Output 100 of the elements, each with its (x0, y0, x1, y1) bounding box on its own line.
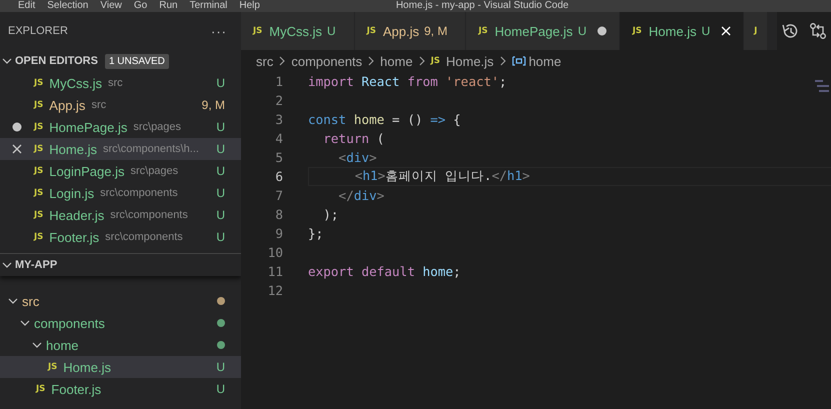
line-number: 6 (274, 169, 283, 184)
more-actions-button[interactable]: ··· (211, 24, 227, 38)
open-editor-item[interactable]: JS Login.js src\components U (0, 182, 241, 204)
line-number: 8 (274, 207, 283, 222)
chevron-down-icon (32, 340, 42, 350)
compare-changes-icon[interactable] (809, 22, 827, 40)
menu-item[interactable]: Edit (0, 0, 42, 12)
line-number: 10 (266, 245, 283, 260)
line-number: 7 (274, 188, 283, 203)
code-line: <h1>홈페이지 입니다.</h1> (354, 168, 530, 185)
js-file-icon: JS (34, 78, 44, 88)
folder-item[interactable]: components (0, 312, 241, 334)
file-path: src (91, 99, 108, 111)
chevron-right-icon (418, 56, 426, 66)
editor-tab[interactable]: JS HomePage.js U (466, 12, 620, 50)
symbol-variable-icon (512, 56, 526, 66)
js-file-icon: JS (253, 26, 262, 36)
js-file-icon: JS (366, 26, 376, 36)
line-number: 3 (274, 112, 283, 127)
menu-item[interactable]: Go (128, 0, 154, 12)
menu-item[interactable]: Selection (41, 0, 94, 12)
section-header[interactable]: MY-APP (15, 259, 58, 271)
file-path: src (108, 77, 124, 89)
code-line: const home = () => { (308, 112, 461, 127)
js-file-icon: JS (34, 210, 44, 220)
breadcrumb-item[interactable]: JS Home.js (430, 54, 494, 68)
menu-item[interactable]: View (94, 0, 128, 12)
open-editor-item[interactable]: JS HomePage.js src\pages U (0, 116, 241, 138)
js-file-icon: J (754, 26, 758, 36)
editor-tab[interactable]: JS App.js 9, M (354, 12, 466, 50)
code-line: </div> (338, 188, 384, 203)
line-number: 9 (274, 226, 283, 241)
menu-item[interactable]: Terminal (184, 0, 234, 12)
breadcrumb-item[interactable]: src (256, 54, 274, 68)
file-name: Home.js (49, 142, 97, 156)
git-status: 9, M (202, 98, 225, 112)
file-name: Header.js (49, 208, 104, 222)
open-editor-item[interactable]: JS Header.js src\components U (0, 204, 241, 226)
file-path: src\components\h... (102, 143, 200, 155)
git-status: U (216, 186, 225, 200)
js-file-icon: JS (478, 26, 488, 36)
git-status: U (216, 360, 225, 374)
js-file-icon: JS (34, 188, 44, 198)
folder-item[interactable]: src (0, 290, 241, 312)
file-name: HomePage.js (49, 120, 128, 134)
chevron-right-icon (278, 56, 286, 66)
folder-item[interactable]: home (0, 334, 241, 356)
window-title: Home.js - my-app - Visual Studio Code (396, 0, 569, 12)
status-dot-icon (217, 341, 225, 349)
editor-tab[interactable]: J (744, 12, 768, 50)
code-line: ); (322, 207, 339, 222)
editor-tab[interactable]: JS Home.js U (620, 12, 744, 50)
file-item[interactable]: JS Footer.js U (0, 378, 241, 400)
js-file-icon: JS (632, 26, 642, 36)
section-header[interactable]: OPEN EDITORS (15, 55, 98, 67)
git-status: U (216, 382, 225, 396)
unsaved-badge: 1 UNSAVED (104, 54, 169, 68)
open-editor-item[interactable]: JS LoginPage.js src\pages U (0, 160, 241, 182)
file-name: App.js (49, 98, 86, 112)
code-line: return ( (322, 131, 384, 146)
code-line: export default home; (308, 264, 461, 279)
file-item[interactable]: JS Home.js U (0, 356, 241, 378)
code-line: }; (308, 226, 324, 241)
open-editor-item[interactable]: JS Footer.js src\components U (0, 226, 241, 248)
line-number: 4 (274, 131, 283, 146)
file-path: src\components (100, 187, 179, 199)
git-status: U (216, 230, 225, 244)
sidebar-title: EXPLORER (8, 25, 68, 37)
js-file-icon: JS (34, 100, 44, 110)
line-number: 5 (274, 150, 283, 165)
close-icon[interactable] (12, 144, 22, 154)
breadcrumb-item[interactable]: components (291, 54, 362, 68)
line-number: 2 (274, 93, 283, 108)
unsaved-dot-icon (12, 122, 22, 132)
history-icon[interactable] (781, 22, 799, 40)
unsaved-dot-icon (597, 26, 608, 36)
line-number: 11 (266, 264, 283, 279)
breadcrumb-item[interactable]: home (380, 54, 413, 68)
open-editor-item[interactable]: JS App.js src 9, M (0, 94, 241, 116)
menu-item[interactable]: Run (153, 0, 184, 12)
file-name: Footer.js (49, 230, 100, 244)
git-status: U (216, 164, 225, 178)
git-status: U (216, 76, 225, 90)
open-editor-item[interactable]: JS Home.js src\components\h... U (0, 138, 241, 160)
js-file-icon: JS (48, 362, 58, 372)
chevron-down-icon (20, 318, 30, 328)
editor-tab[interactable]: JS MyCss.js U (241, 12, 355, 50)
code-line: import React from 'react'; (308, 74, 507, 89)
js-file-icon: JS (34, 166, 44, 176)
menu-item[interactable]: Help (233, 0, 266, 12)
open-editor-item[interactable]: JS MyCss.js src U (0, 72, 241, 94)
minimap-drawing (815, 80, 831, 94)
status-dot-icon (217, 319, 225, 327)
file-path: src\pages (133, 121, 182, 133)
breadcrumb-item[interactable]: home (512, 54, 562, 68)
chevron-right-icon (498, 56, 507, 66)
chevron-down-icon (8, 296, 18, 306)
git-status: U (216, 208, 225, 222)
file-name: Login.js (49, 186, 94, 200)
code-line: <div> (338, 150, 377, 165)
